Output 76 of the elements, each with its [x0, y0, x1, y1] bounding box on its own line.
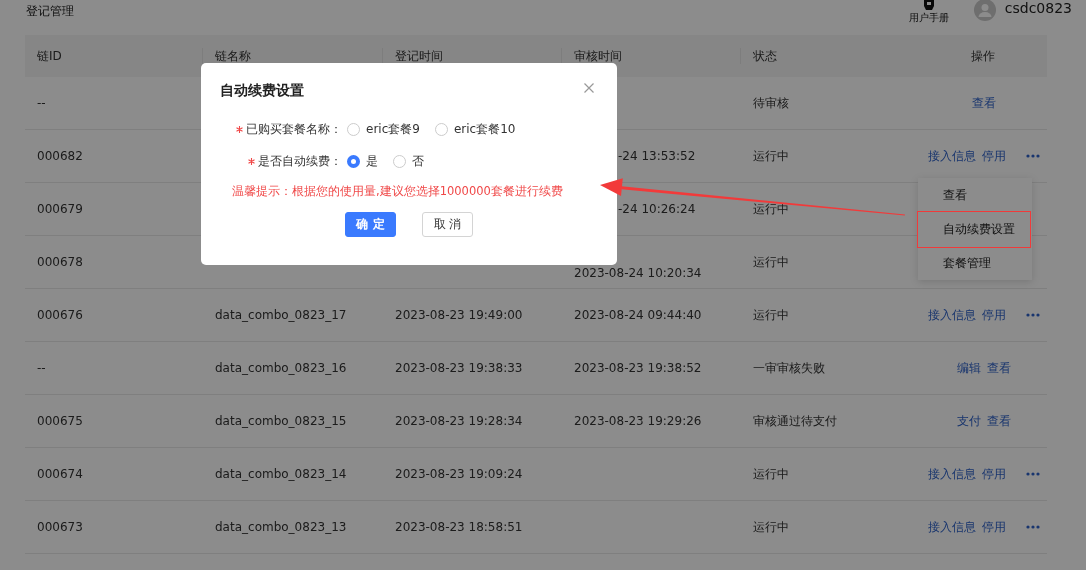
table-cell: data_combo_0823_13 [215, 520, 347, 534]
table-cell: data_combo_0823_15 [215, 414, 347, 428]
table-cell: data_combo_0823_14 [215, 467, 347, 481]
table-cell: 审核通过待支付 [753, 413, 837, 428]
table-cell: 000676 [37, 308, 83, 322]
table-cell: -- [37, 96, 46, 110]
menu-item[interactable]: 自动续费设置 [943, 220, 1015, 238]
table-cell: 000682 [37, 149, 83, 163]
table-cell: 运行中 [753, 254, 789, 269]
action-link[interactable]: 接入信息 [928, 518, 976, 536]
table-cell: -- [37, 361, 46, 375]
table-cell: 2023-08-23 19:38:52 [574, 361, 702, 375]
menu-item[interactable]: 查看 [943, 186, 967, 204]
warning-text: 温馨提示：根据您的使用量,建议您选择1000000套餐进行续费 [232, 184, 564, 199]
action-link[interactable]: 接入信息 [928, 465, 976, 483]
table-cell: 运行中 [753, 307, 789, 322]
action-link[interactable]: 停用 [982, 147, 1006, 165]
table-cell: 000678 [37, 255, 83, 269]
column-header: 状态 [752, 48, 778, 64]
action-link[interactable]: 支付 [957, 412, 981, 430]
radio-icon[interactable] [347, 122, 360, 136]
table-cell: 运行中 [753, 148, 789, 163]
table-cell: 2023-08-23 19:09:24 [395, 467, 523, 481]
table-cell: data_combo_0823_16 [215, 361, 347, 375]
table-cell: -24 10:26:24 [618, 202, 696, 216]
avatar-icon [973, 0, 996, 21]
table-cell: 运行中 [753, 201, 789, 216]
more-icon[interactable] [1026, 472, 1040, 476]
table-cell: 运行中 [753, 466, 789, 481]
table-cell: 2023-08-23 19:29:26 [574, 414, 702, 428]
table-cell: 000674 [37, 467, 83, 481]
more-icon[interactable] [1026, 313, 1040, 317]
column-header: 操作 [970, 48, 996, 64]
confirm-button[interactable]: 确 定 [345, 212, 396, 237]
radio-icon[interactable] [393, 154, 406, 168]
page-title: 登记管理 [26, 3, 74, 20]
action-link[interactable]: 接入信息 [928, 306, 976, 324]
radio-option[interactable]: eric套餐9 [347, 120, 420, 138]
field-label: 已购买套餐名称： [246, 120, 342, 138]
action-link[interactable]: 查看 [972, 94, 996, 112]
cancel-button[interactable]: 取 消 [422, 212, 473, 237]
radio-option[interactable]: 否 [393, 152, 424, 170]
table-cell: 2023-08-23 19:28:34 [395, 414, 523, 428]
dialog-title: 自动续费设置 [220, 82, 304, 100]
table-cell: 2023-08-23 18:58:51 [395, 520, 523, 534]
table-cell: 一审审核失败 [753, 360, 825, 375]
table-cell: data_combo_0823_17 [215, 308, 347, 322]
action-link[interactable]: 停用 [982, 465, 1006, 483]
username[interactable]: csdc0823 [1004, 0, 1072, 16]
radio-icon[interactable] [347, 154, 360, 168]
radio-option[interactable]: 是 [347, 152, 378, 170]
table-cell: 000673 [37, 520, 83, 534]
help-link[interactable]: 用户手册 [908, 0, 949, 25]
table-cell: 000679 [37, 202, 83, 216]
table-cell: 2023-08-24 09:44:40 [574, 308, 702, 322]
radio-icon[interactable] [434, 122, 448, 136]
table-cell: 2023-08-23 19:49:00 [395, 308, 523, 322]
action-link[interactable]: 查看 [987, 412, 1011, 430]
more-icon[interactable] [1026, 154, 1040, 158]
action-link[interactable]: 查看 [987, 359, 1011, 377]
more-icon[interactable] [1026, 525, 1040, 529]
table-cell: 000675 [37, 414, 83, 428]
table-cell: 2023-08-23 19:38:33 [395, 361, 523, 375]
action-link[interactable]: 停用 [982, 306, 1006, 324]
table-cell: 待审核 [753, 95, 789, 110]
table-cell: -24 13:53:52 [618, 149, 696, 163]
table-cell: 2023-08-24 10:20:34 [574, 266, 702, 280]
action-link[interactable]: 停用 [982, 518, 1006, 536]
action-link[interactable]: 接入信息 [928, 147, 976, 165]
action-link[interactable]: 编辑 [957, 359, 981, 377]
table-cell: 运行中 [753, 519, 789, 534]
radio-option[interactable]: eric套餐10 [434, 120, 516, 138]
field-label: 是否自动续费： [258, 152, 342, 170]
close-icon[interactable] [584, 82, 594, 93]
column-header: 链ID [25, 48, 203, 64]
menu-item[interactable]: 套餐管理 [943, 254, 991, 272]
